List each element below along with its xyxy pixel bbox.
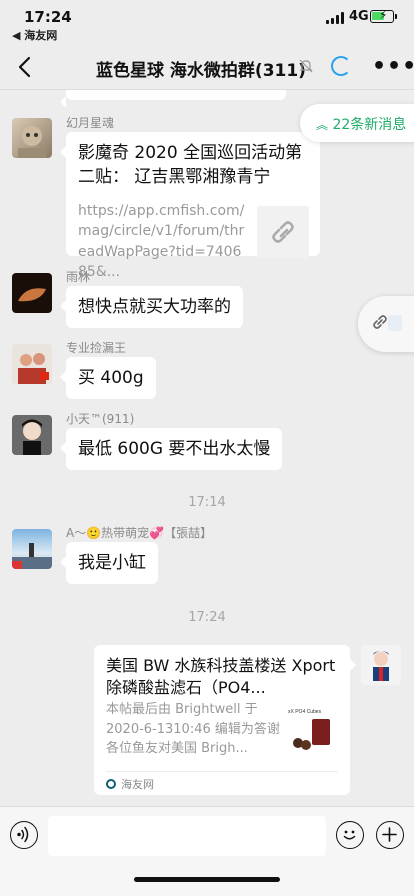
avatar[interactable] bbox=[12, 529, 52, 569]
new-messages-label: 22条新消息 bbox=[332, 117, 407, 133]
link-message-bubble[interactable]: 影魔奇 2020 全国巡回活动第二贴： 辽吉黑鄂湘豫青宁 https://app… bbox=[60, 132, 320, 280]
avatar[interactable] bbox=[12, 118, 52, 158]
emoji-button[interactable] bbox=[336, 821, 364, 849]
message-list[interactable]: 幻月星魂 影魔奇 2020 全国巡回活动第二贴： 辽吉黑鄂湘豫青宁 https:… bbox=[0, 90, 414, 806]
link-icon bbox=[372, 314, 388, 330]
sender-name: 专业捡漏王 bbox=[66, 341, 127, 355]
new-messages-button[interactable]: ︽ 22条新消息 bbox=[300, 104, 414, 142]
message-input[interactable] bbox=[48, 816, 326, 856]
article-card-bubble[interactable]: 美国 BW 水族科技盖楼送 Xport 除磷酸盐滤石（PO4... 本帖最后由 … bbox=[94, 645, 356, 795]
signal-icon bbox=[326, 12, 344, 24]
floating-window-thumbnail bbox=[388, 315, 402, 331]
timestamp: 17:24 bbox=[188, 610, 226, 625]
back-button[interactable] bbox=[14, 53, 38, 81]
status-bar: 17:24 ◀ 海友网 4G ⚡ bbox=[0, 0, 414, 44]
battery-icon: ⚡ bbox=[370, 8, 394, 23]
partial-message-bubble bbox=[60, 90, 286, 108]
source-logo-icon bbox=[106, 779, 116, 789]
avatar[interactable] bbox=[12, 344, 52, 384]
my-avatar[interactable] bbox=[361, 645, 401, 685]
floating-window-button[interactable] bbox=[358, 296, 414, 352]
voice-input-button[interactable] bbox=[10, 821, 38, 849]
voice-icon bbox=[17, 826, 29, 843]
chat-title: 蓝色星球 海水微拍群(311) bbox=[96, 61, 306, 81]
text-message-bubble[interactable]: 我是小缸 bbox=[60, 542, 158, 585]
loading-spinner-icon bbox=[331, 56, 351, 76]
sender-name: 幻月星魂 bbox=[66, 116, 115, 130]
card-source-label: 海友网 bbox=[121, 778, 154, 791]
back-to-app-link[interactable]: ◀ 海友网 bbox=[12, 27, 57, 43]
card-source: 海友网 bbox=[106, 771, 338, 792]
link-icon bbox=[257, 206, 309, 258]
input-bar bbox=[0, 806, 414, 896]
text-message-bubble[interactable]: 想快点就买大功率的 bbox=[60, 286, 243, 329]
avatar[interactable] bbox=[12, 273, 52, 313]
more-options-button[interactable]: ••• bbox=[372, 54, 414, 79]
text-message-bubble[interactable]: 买 400g bbox=[60, 357, 156, 400]
home-indicator[interactable] bbox=[134, 877, 280, 882]
card-thumbnail-text: xX PO4 Cubes bbox=[288, 709, 322, 715]
smiley-icon bbox=[343, 830, 356, 840]
chevron-left-icon bbox=[18, 56, 31, 78]
sender-name: A～🙂热带萌宠💞【張喆】 bbox=[66, 526, 213, 540]
text-message-bubble[interactable]: 最低 600G 要不出水太慢 bbox=[59, 428, 283, 471]
card-thumbnail: xX PO4 Cubes bbox=[284, 703, 338, 757]
battery-cap bbox=[395, 14, 397, 19]
card-description: 本帖最后由 Brightwell 于 2020-6-1310:46 编辑为答谢各… bbox=[106, 702, 280, 756]
sender-name: 小天™(911) bbox=[66, 412, 135, 426]
mute-icon bbox=[298, 58, 314, 74]
network-type: 4G bbox=[349, 9, 369, 24]
sender-name: 雨林 bbox=[66, 270, 91, 284]
link-title: 影魔奇 2020 全国巡回活动第二贴： 辽吉黑鄂湘豫青宁 bbox=[78, 143, 303, 187]
more-actions-button[interactable] bbox=[376, 821, 404, 849]
timestamp: 17:14 bbox=[188, 495, 226, 510]
double-chevron-up-icon: ︽ bbox=[316, 118, 329, 132]
avatar[interactable] bbox=[12, 415, 52, 455]
status-time: 17:24 bbox=[24, 8, 72, 26]
chat-header: 蓝色星球 海水微拍群(311) ••• bbox=[0, 44, 414, 90]
link-url: https://app.cmfish.com/mag/circle/v1/for… bbox=[78, 203, 245, 280]
plus-icon bbox=[382, 827, 397, 842]
card-title: 美国 BW 水族科技盖楼送 Xport 除磷酸盐滤石（PO4... bbox=[106, 656, 336, 698]
